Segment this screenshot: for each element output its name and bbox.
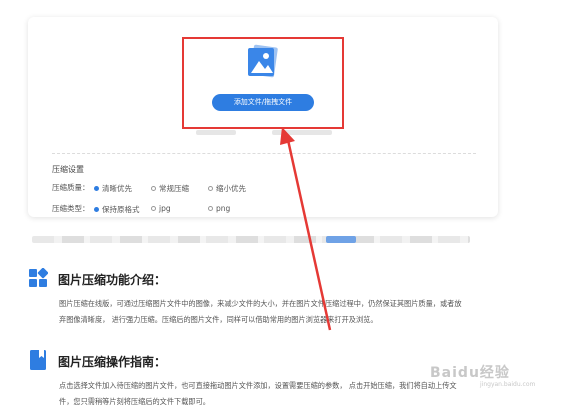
baidu-watermark-logo: Baidu经验 (430, 365, 510, 381)
annotation-arrow (280, 127, 332, 331)
baidu-watermark-url: jingyan.baidu.com (480, 381, 536, 388)
